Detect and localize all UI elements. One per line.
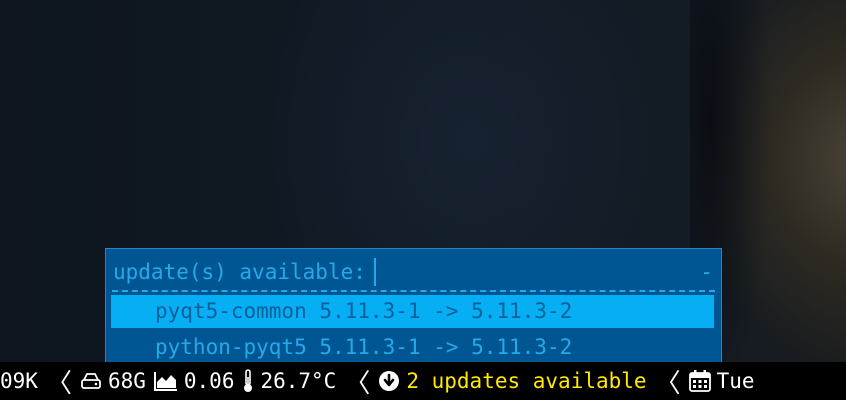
updates-block[interactable]: 2 updates available bbox=[374, 362, 650, 400]
status-bar: 09K 〈 68G 0.06 26.7°C 〈 2 updates availa… bbox=[0, 362, 846, 400]
load-value: 0.06 bbox=[183, 369, 235, 393]
separator-glyph: 〈 bbox=[344, 368, 371, 399]
disk-value: 68G bbox=[107, 369, 146, 393]
thermometer-icon bbox=[242, 369, 254, 393]
separator-glyph: 〈 bbox=[45, 368, 72, 399]
date-block[interactable]: Tue bbox=[685, 362, 759, 400]
date-value: Tue bbox=[716, 369, 755, 393]
disk-block[interactable]: 68G bbox=[76, 362, 150, 400]
load-block[interactable]: 0.06 bbox=[150, 362, 239, 400]
network-block: 09K bbox=[0, 362, 42, 400]
prompt-indicator: - bbox=[700, 260, 713, 284]
calendar-icon bbox=[688, 370, 711, 392]
separator-glyph: 〈 bbox=[654, 368, 681, 399]
temperature-value: 26.7°C bbox=[260, 369, 337, 393]
update-list: pyqt5-common 5.11.3-1 -> 5.11.3-2 python… bbox=[111, 295, 714, 367]
text-cursor bbox=[373, 258, 376, 286]
network-value: 09K bbox=[0, 369, 38, 393]
update-menu-popup: update(s) available: - pyqt5-common 5.11… bbox=[105, 248, 722, 368]
hdd-icon bbox=[80, 372, 102, 390]
arrow-circle-down-icon bbox=[378, 370, 400, 392]
area-chart-icon bbox=[153, 371, 178, 391]
prompt-label: update(s) available: bbox=[113, 260, 366, 284]
temperature-block[interactable]: 26.7°C bbox=[238, 362, 340, 400]
list-item-pyqt5-common[interactable]: pyqt5-common 5.11.3-1 -> 5.11.3-2 bbox=[111, 295, 714, 328]
updates-value: 2 updates available bbox=[406, 369, 647, 393]
prompt-row[interactable]: update(s) available: - bbox=[113, 257, 713, 287]
dashed-separator bbox=[112, 290, 715, 292]
list-item-python-pyqt5[interactable]: python-pyqt5 5.11.3-1 -> 5.11.3-2 bbox=[111, 331, 714, 364]
